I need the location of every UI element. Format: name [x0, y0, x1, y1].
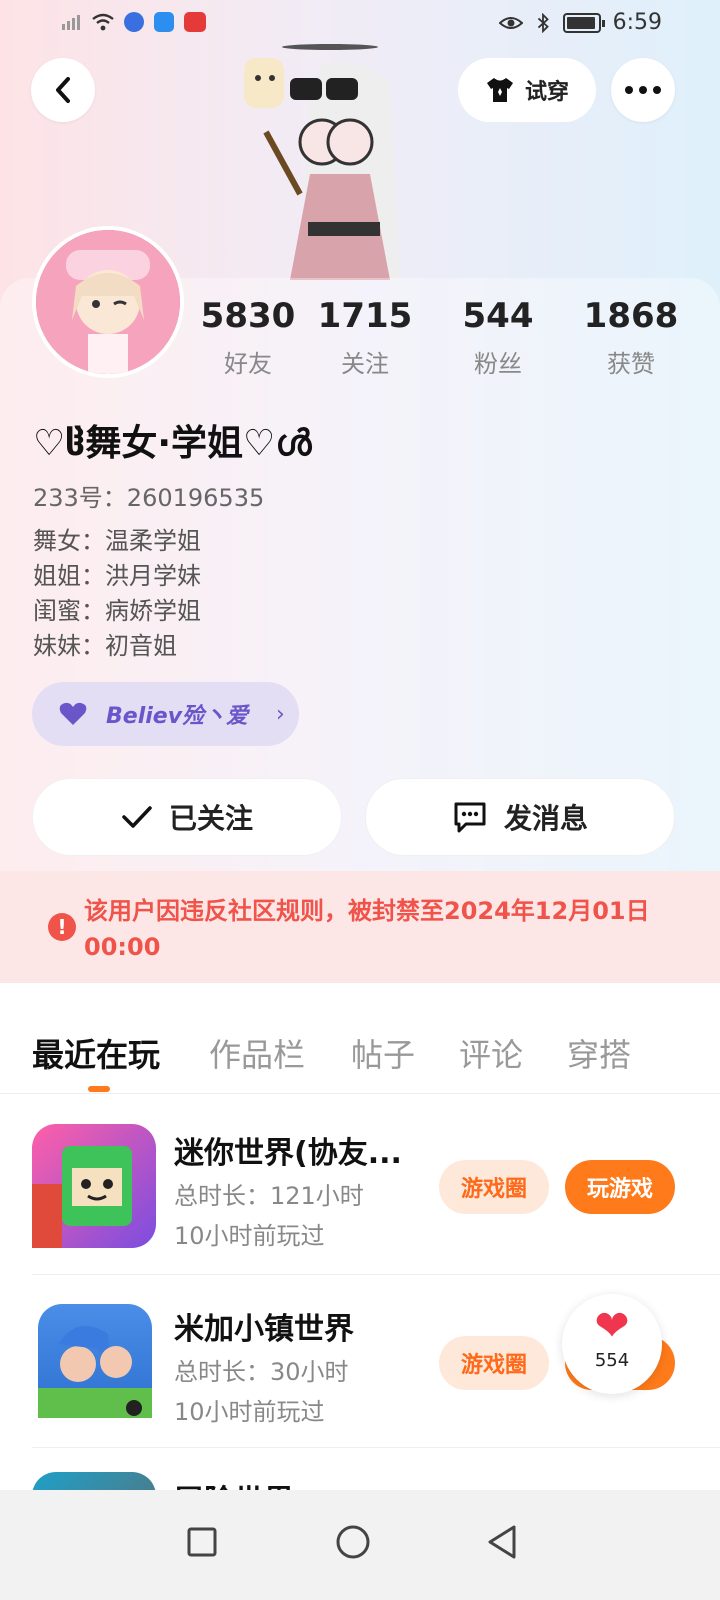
heart-icon — [59, 702, 87, 725]
app-notification-icon — [124, 12, 144, 32]
divider — [0, 1093, 720, 1094]
game-title: 米加小镇世界 — [174, 1312, 354, 1347]
circle-icon — [336, 1525, 370, 1559]
game-item[interactable]: 迷你世界(协友... 总时长：121小时 10小时前玩过 游戏圈 玩游戏 — [0, 1124, 720, 1296]
profile-tabs: 最近在玩 作品栏 帖子 评论 穿搭 — [0, 1020, 720, 1092]
chevron-right-icon: › — [276, 701, 285, 727]
user-id: 233号：260196535 — [33, 484, 265, 512]
stat-label: 粉丝 — [474, 350, 522, 378]
game-icon — [32, 1472, 156, 1492]
back-nav-button[interactable] — [472, 1512, 532, 1572]
bio-line: 妹妹：初音姐 — [33, 632, 177, 660]
stat-fans[interactable]: 544 粉丝 — [438, 296, 558, 379]
more-options-button[interactable] — [611, 58, 675, 122]
active-tab-indicator — [88, 1086, 110, 1092]
game-title: 迷你世界(协友... — [174, 1136, 402, 1171]
clock-time: 6:59 — [612, 10, 662, 35]
stat-value: 544 — [462, 296, 534, 336]
stat-value: 5830 — [200, 296, 296, 336]
bio-line: 舞女：温柔学姐 — [33, 527, 201, 555]
ban-notice: ! 该用户因违反社区规则，被封禁至2024年12月01日 00:00 — [0, 871, 720, 983]
avatar[interactable] — [32, 226, 184, 378]
game-icon — [32, 1124, 156, 1248]
game-duration: 总时长：30小时 — [174, 1358, 349, 1386]
bio-line: 姐姐：洪月学妹 — [33, 562, 201, 590]
like-count: 554 — [594, 1350, 630, 1371]
tab-posts[interactable]: 帖子 — [351, 1030, 415, 1076]
signal-icon — [62, 15, 80, 30]
divider — [32, 1447, 720, 1448]
divider — [32, 1274, 720, 1275]
chat-bubble-icon — [454, 802, 486, 833]
stat-label: 好友 — [224, 350, 272, 378]
avatar-figure-illustration — [240, 44, 470, 280]
tshirt-icon — [486, 78, 513, 102]
game-circle-button[interactable]: 游戏圈 — [439, 1336, 549, 1390]
game-last-played: 10小时前玩过 — [174, 1398, 325, 1426]
play-game-button[interactable]: 玩游戏 — [565, 1160, 675, 1214]
home-button[interactable] — [323, 1512, 383, 1572]
heart-icon: ❤ — [594, 1301, 630, 1350]
game-last-played: 10小时前玩过 — [174, 1222, 325, 1250]
ban-notice-text: 该用户因违反社区规则，被封禁至2024年12月01日 00:00 — [84, 897, 650, 961]
app-notification-icon — [184, 12, 206, 32]
stat-label: 获赞 — [607, 350, 655, 378]
relationship-tag[interactable]: Believ殓丶爱 › — [32, 682, 299, 746]
triangle-back-icon — [488, 1525, 516, 1559]
bluetooth-icon — [537, 12, 549, 33]
checkmark-icon — [122, 806, 152, 828]
tag-label: Believ殓丶爱 — [106, 704, 249, 729]
battery-icon — [562, 12, 605, 33]
recent-apps-button[interactable] — [172, 1512, 232, 1572]
tab-outfits[interactable]: 穿搭 — [567, 1030, 631, 1076]
app-notification-icon — [154, 12, 174, 32]
back-arrow-icon — [56, 77, 70, 103]
stat-friends[interactable]: 5830 好友 — [188, 296, 308, 379]
game-duration: 总时长：121小时 — [174, 1182, 364, 1210]
status-bar: 6:59 — [0, 0, 720, 48]
stat-value: 1715 — [317, 296, 413, 336]
game-icon — [38, 1304, 152, 1418]
followed-button[interactable]: 已关注 — [32, 778, 342, 856]
game-circle-button[interactable]: 游戏圈 — [439, 1160, 549, 1214]
eye-icon — [498, 16, 523, 29]
stat-label: 关注 — [341, 350, 389, 378]
like-button[interactable]: ❤ 554 — [562, 1294, 662, 1394]
send-message-label: 发消息 — [503, 802, 588, 835]
try-on-button[interactable]: 试穿 — [458, 58, 596, 122]
tab-comments[interactable]: 评论 — [459, 1030, 523, 1076]
stat-value: 1868 — [583, 296, 679, 336]
stat-likes[interactable]: 1868 获赞 — [571, 296, 691, 379]
user-nickname: ♡ჱ舞女·学姐♡ൾ — [33, 423, 312, 464]
bio-line: 闺蜜：病娇学姐 — [33, 597, 201, 625]
square-icon — [187, 1527, 217, 1557]
warning-icon: ! — [48, 913, 76, 941]
system-navigation-bar — [0, 1490, 720, 1600]
back-button[interactable] — [31, 58, 95, 122]
send-message-button[interactable]: 发消息 — [365, 778, 675, 856]
tab-recently-played[interactable]: 最近在玩 — [32, 1030, 160, 1076]
more-dots-icon — [625, 86, 661, 94]
tab-works[interactable]: 作品栏 — [209, 1030, 305, 1076]
stat-following[interactable]: 1715 关注 — [305, 296, 425, 379]
try-on-label: 试穿 — [524, 80, 569, 105]
user-bio: 舞女：温柔学姐 姐姐：洪月学妹 闺蜜：病娇学姐 妹妹：初音姐 — [33, 524, 201, 664]
wifi-icon — [92, 13, 114, 31]
game-item[interactable]: 冒险世界 — [0, 1472, 720, 1492]
followed-label: 已关注 — [168, 802, 253, 835]
